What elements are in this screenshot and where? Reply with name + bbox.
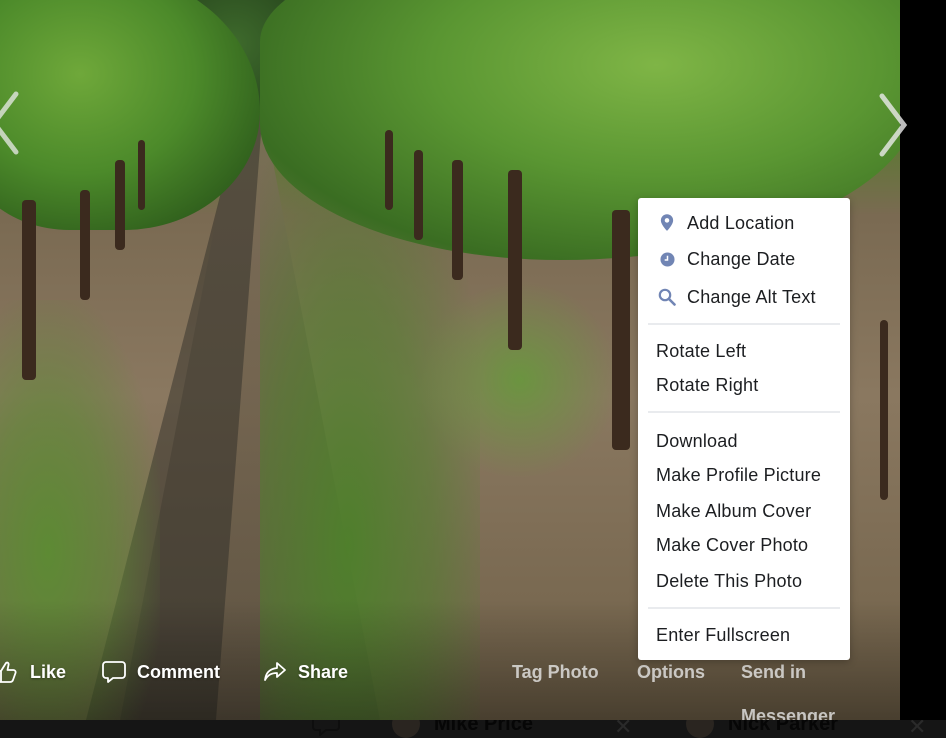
menu-item-label: Enter Fullscreen	[656, 624, 791, 645]
menu-item-make-cover-photo[interactable]: Make Cover Photo	[638, 528, 850, 562]
vine-trunk	[880, 320, 888, 500]
like-label: Like	[30, 661, 67, 682]
options-menu: Add Location Change Date Change Alt Text…	[638, 198, 850, 660]
menu-item-label: Make Profile Picture	[656, 464, 822, 485]
menu-divider	[648, 323, 840, 325]
vine-trunk	[138, 140, 145, 210]
thumbs-up-icon	[0, 661, 17, 683]
menu-item-make-profile-picture[interactable]: Make Profile Picture	[638, 458, 850, 492]
menu-item-change-date[interactable]: Change Date	[638, 242, 850, 276]
clock-icon	[656, 248, 678, 270]
menu-divider	[648, 411, 840, 413]
menu-item-make-album-cover[interactable]: Make Album Cover	[638, 494, 850, 528]
vine-trunk	[115, 160, 125, 250]
vine-trunk	[612, 210, 630, 450]
messenger-icon	[312, 720, 340, 736]
vine-trunk	[452, 160, 463, 280]
menu-item-delete-this-photo[interactable]: Delete This Photo	[638, 564, 850, 598]
close-icon[interactable]: ✕	[614, 720, 632, 738]
like-button[interactable]: Like	[0, 650, 66, 694]
vine-trunk	[385, 130, 393, 210]
menu-item-rotate-left[interactable]: Rotate Left	[638, 334, 850, 368]
tag-photo-link[interactable]: Tag Photo	[512, 650, 599, 694]
menu-item-label: Change Date	[687, 248, 796, 269]
menu-item-download[interactable]: Download	[638, 424, 850, 458]
menu-item-label: Delete This Photo	[656, 570, 803, 591]
comment-bubble-icon	[102, 661, 126, 683]
vine-trunk	[414, 150, 423, 240]
vine-trunk	[80, 190, 90, 300]
chevron-left-icon	[0, 91, 19, 155]
avatar	[686, 720, 714, 738]
menu-item-label: Download	[656, 430, 738, 451]
search-icon	[656, 286, 678, 308]
chat-tab[interactable]: Mike Price	[392, 720, 533, 738]
menu-item-change-alt-text[interactable]: Change Alt Text	[638, 280, 850, 314]
photo-viewer: Like Comment Share Tag Photo Options Sen…	[0, 0, 946, 738]
chat-tab-name: Mike Price	[434, 720, 533, 735]
menu-item-label: Make Cover Photo	[656, 534, 809, 555]
comment-label: Comment	[137, 661, 221, 682]
chat-tab[interactable]: Nick Parker	[686, 720, 838, 738]
chat-tab-name: Nick Parker	[728, 720, 839, 735]
chevron-right-icon	[879, 93, 908, 157]
menu-divider	[648, 607, 840, 609]
menu-item-label: Rotate Left	[656, 340, 747, 361]
share-button[interactable]: Share	[262, 650, 348, 694]
menu-item-enter-fullscreen[interactable]: Enter Fullscreen	[638, 618, 850, 652]
vine-trunk	[508, 170, 522, 350]
comment-button[interactable]: Comment	[101, 650, 220, 694]
menu-item-label: Change Alt Text	[687, 286, 816, 307]
share-label: Share	[298, 661, 349, 682]
menu-item-add-location[interactable]: Add Location	[638, 206, 850, 240]
avatar	[392, 720, 420, 738]
menu-item-label: Make Album Cover	[656, 500, 812, 521]
chat-tabs-bar: Mike Price ✕ Nick Parker ✕	[0, 720, 946, 738]
menu-item-label: Rotate Right	[656, 374, 759, 395]
location-pin-icon	[656, 212, 678, 234]
previous-photo-button[interactable]	[0, 88, 26, 158]
vine-trunk	[22, 200, 36, 380]
menu-item-label: Add Location	[687, 212, 795, 233]
close-icon[interactable]: ✕	[908, 720, 926, 738]
menu-item-rotate-right[interactable]: Rotate Right	[638, 368, 850, 402]
share-arrow-icon	[264, 662, 286, 681]
next-photo-button[interactable]	[872, 90, 912, 160]
